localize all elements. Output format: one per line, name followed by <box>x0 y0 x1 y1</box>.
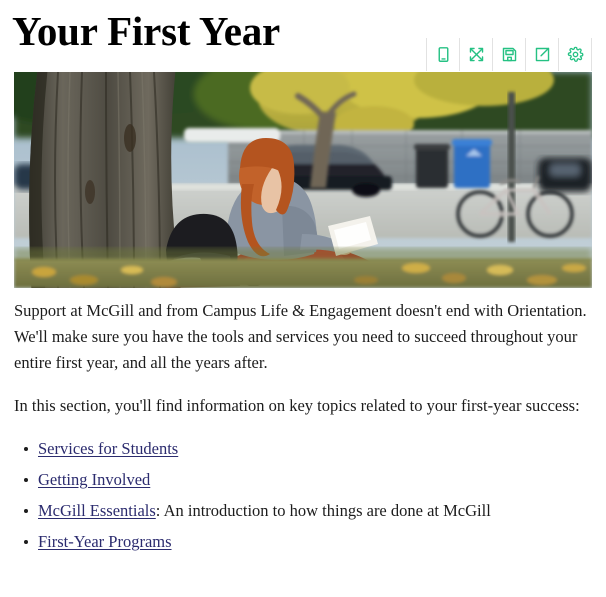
article-body: Support at McGill and from Campus Life &… <box>14 298 592 560</box>
link-services-for-students[interactable]: Services for Students <box>38 439 178 458</box>
share-export-icon <box>534 46 551 63</box>
link-first-year-programs[interactable]: First-Year Programs <box>38 532 172 551</box>
topic-link-list: Services for Students Getting Involved M… <box>14 436 592 555</box>
mobile-icon <box>435 46 452 63</box>
share-button[interactable] <box>526 38 559 71</box>
link-getting-involved[interactable]: Getting Involved <box>38 470 150 489</box>
link-mcgill-essentials[interactable]: McGill Essentials <box>38 501 156 520</box>
list-item: Getting Involved <box>24 467 592 493</box>
settings-button[interactable] <box>559 38 592 71</box>
fullscreen-button[interactable] <box>460 38 493 71</box>
section-lead-paragraph: In this section, you'll find information… <box>14 396 580 415</box>
page-toolbar <box>426 38 592 71</box>
gear-icon <box>567 46 584 63</box>
mobile-preview-button[interactable] <box>427 38 460 71</box>
list-item: First-Year Programs <box>24 529 592 555</box>
expand-arrows-icon <box>468 46 485 63</box>
list-item-trailing-text: : An introduction to how things are done… <box>155 501 491 520</box>
save-button[interactable] <box>493 38 526 71</box>
floppy-disk-icon <box>501 46 518 63</box>
hero-image <box>14 72 592 288</box>
hero-photo-graphic <box>14 72 592 288</box>
list-item: McGill Essentials: An introduction to ho… <box>24 498 592 524</box>
list-item: Services for Students <box>24 436 592 462</box>
page-title: Your First Year <box>12 8 281 54</box>
page-root: Your First Year Support at McGill and fr… <box>0 0 606 597</box>
intro-paragraph: Support at McGill and from Campus Life &… <box>14 301 587 372</box>
